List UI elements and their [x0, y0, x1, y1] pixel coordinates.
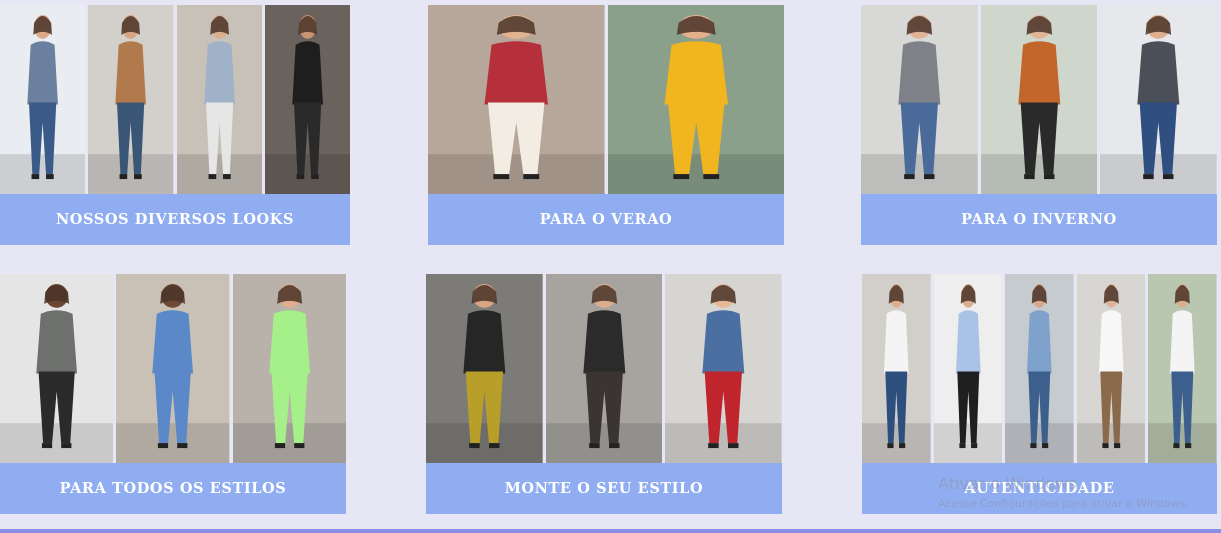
look-card[interactable]: PARA O INVERNO — [861, 5, 1217, 245]
look-photo-strip[interactable] — [0, 5, 350, 194]
look-card-label[interactable]: PARA TODOS OS ESTILOS — [0, 463, 346, 514]
look-photo-strip[interactable] — [428, 5, 784, 194]
outfit-photo — [426, 274, 543, 463]
outfit-photo — [862, 274, 931, 463]
look-card-label[interactable]: PARA O VERAO — [428, 194, 784, 245]
watermark-subtitle: Acesse Configurações para ativar o Windo… — [938, 497, 1189, 510]
outfit-photo — [0, 5, 86, 194]
look-card[interactable]: PARA TODOS OS ESTILOS — [0, 274, 346, 514]
look-card-label[interactable]: NOSSOS DIVERSOS LOOKS — [0, 194, 350, 245]
outfit-photo — [861, 5, 978, 194]
outfit-photo — [545, 274, 663, 463]
look-card[interactable]: MONTE O SEU ESTILO — [426, 274, 782, 514]
outfit-photo — [980, 5, 1098, 194]
look-photo-strip[interactable] — [862, 274, 1217, 463]
look-card[interactable]: NOSSOS DIVERSOS LOOKS — [0, 5, 350, 245]
outfit-photo — [232, 274, 346, 463]
outfit-photo — [428, 5, 605, 194]
outfit-photo — [607, 5, 784, 194]
outfit-photo — [665, 274, 782, 463]
look-photo-strip[interactable] — [861, 5, 1217, 194]
outfit-photo — [0, 274, 114, 463]
outfit-photo — [88, 5, 174, 194]
look-card-label[interactable]: MONTE O SEU ESTILO — [426, 463, 782, 514]
outfit-photo — [264, 5, 350, 194]
outfit-photo — [176, 5, 262, 194]
bottom-divider — [0, 529, 1221, 533]
windows-activation-watermark: Ativar o Windows Acesse Configurações par… — [938, 474, 1189, 510]
outfit-photo — [1076, 274, 1146, 463]
outfit-photo — [1100, 5, 1217, 194]
look-card-label[interactable]: PARA O INVERNO — [861, 194, 1217, 245]
look-photo-strip[interactable] — [426, 274, 782, 463]
outfit-photo — [1005, 274, 1074, 463]
look-card[interactable]: PARA O VERAO — [428, 5, 784, 245]
look-photo-strip[interactable] — [0, 274, 346, 463]
outfit-photo — [1148, 274, 1217, 463]
outfit-photo — [933, 274, 1003, 463]
watermark-title: Ativar o Windows — [938, 474, 1077, 493]
outfit-photo — [116, 274, 230, 463]
